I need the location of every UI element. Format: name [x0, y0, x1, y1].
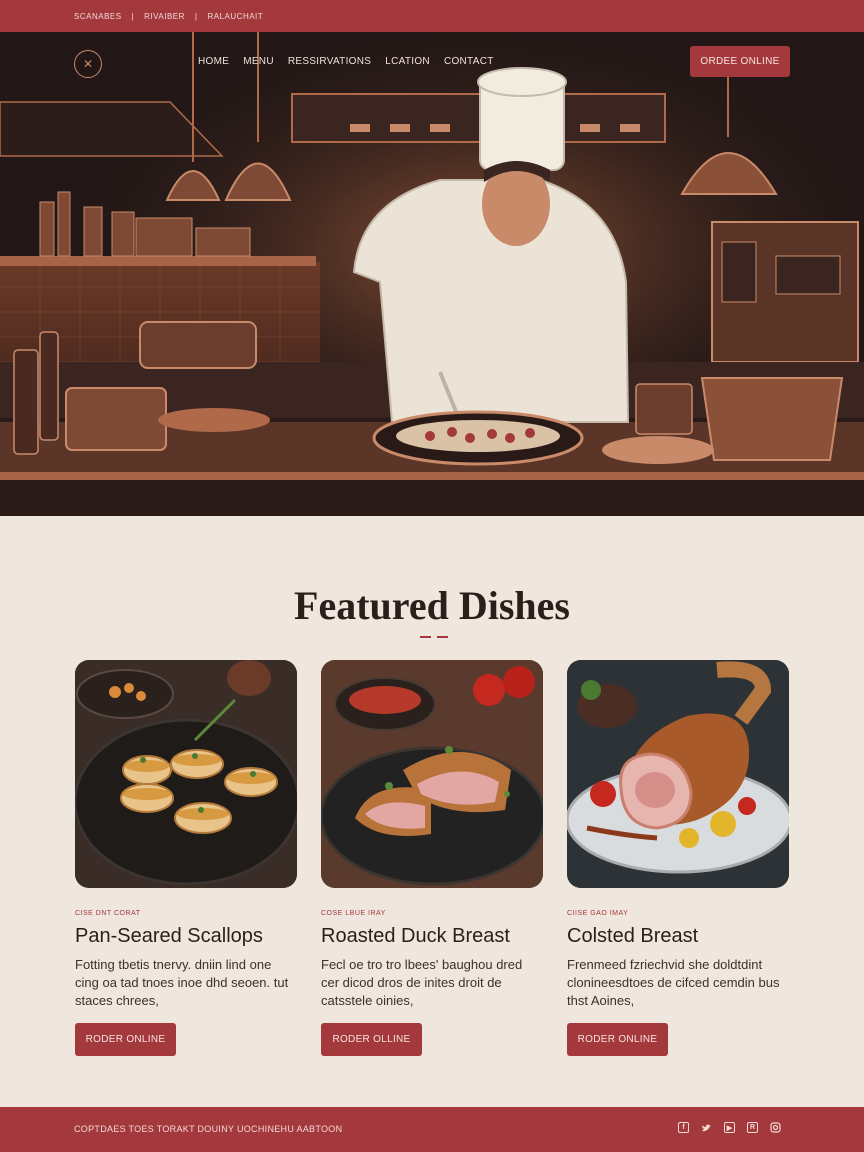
- nav-link-contact[interactable]: CONTACT: [444, 56, 494, 67]
- order-online-button[interactable]: RODER ONLINE: [567, 1023, 668, 1056]
- dish-photo-breast[interactable]: [567, 660, 789, 888]
- twitter-icon[interactable]: [701, 1122, 712, 1133]
- dish-name: Colsted Breast: [567, 925, 699, 947]
- footer-copyright: COPTDAES TOES TORAKT DOUINY UOCHINEHU AA…: [74, 1124, 343, 1134]
- topbar-separator: |: [131, 11, 135, 21]
- nav-link-menu[interactable]: MENU: [243, 56, 274, 67]
- social-links: f ▶ R: [678, 1122, 781, 1133]
- topbar-item[interactable]: SCANABES: [74, 12, 122, 21]
- dish-name: Pan-Seared Scallops: [75, 925, 263, 947]
- nav-link-home[interactable]: HOME: [198, 56, 229, 67]
- nav-menu: HOME MENU RESSIRVATIONS LCATION CONTACT: [198, 56, 494, 67]
- dish-photo-scallops[interactable]: [75, 660, 297, 888]
- title-divider: [420, 636, 448, 638]
- dish-photo-duck[interactable]: [321, 660, 543, 888]
- logo-emblem-icon[interactable]: ✕: [74, 50, 102, 78]
- main-nav: ✕ HOME MENU RESSIRVATIONS LCATION CONTAC…: [0, 32, 864, 92]
- dish-description: Fotting tbetis tnervy. dniin lind one ci…: [75, 957, 289, 1008]
- nav-link-reservations[interactable]: RESSIRVATIONS: [288, 56, 371, 67]
- facebook-icon[interactable]: f: [678, 1122, 689, 1133]
- top-bar: SCANABES | RIVAIBER | RALAUCHAIT: [0, 0, 864, 32]
- order-online-button[interactable]: RODER OLLINE: [321, 1023, 422, 1056]
- dish-tag: COSE LBUE IRAY: [321, 910, 386, 917]
- topbar-item[interactable]: RIVAIBER: [144, 12, 185, 21]
- dish-card: CISE DNT CORAT Pan-Seared Scallops Fotti…: [75, 660, 297, 1056]
- chef-kitchen-illustration: [0, 32, 864, 516]
- order-online-button[interactable]: RODER ONLINE: [75, 1023, 176, 1056]
- hero-image: [0, 32, 864, 516]
- topbar-separator: |: [194, 11, 198, 21]
- section-title: Featured Dishes: [294, 583, 570, 628]
- dish-card: CIISE GAO IMAY Colsted Breast Frenmeed f…: [567, 660, 789, 1056]
- dish-tag: CISE DNT CORAT: [75, 910, 141, 917]
- footer: COPTDAES TOES TORAKT DOUINY UOCHINEHU AA…: [0, 1107, 864, 1152]
- order-online-button[interactable]: ORDEE ONLINE: [690, 46, 790, 77]
- dish-description: Frenmeed fzriechvid she doldtdint clonin…: [567, 957, 780, 1008]
- rss-icon[interactable]: R: [747, 1122, 758, 1133]
- dish-name: Roasted Duck Breast: [321, 925, 510, 947]
- duck-breast-illustration: [321, 660, 543, 888]
- dish-tag: CIISE GAO IMAY: [567, 910, 629, 917]
- scallops-illustration: [75, 660, 297, 888]
- instagram-icon[interactable]: [770, 1122, 781, 1133]
- dish-card: COSE LBUE IRAY Roasted Duck Breast Fecl …: [321, 660, 543, 1056]
- nav-link-location[interactable]: LCATION: [385, 56, 430, 67]
- meat-leg-illustration: [567, 660, 789, 888]
- topbar-item[interactable]: RALAUCHAIT: [207, 12, 263, 21]
- dish-description: Fecl oe tro tro lbees' baughou dred cer …: [321, 957, 523, 1008]
- youtube-icon[interactable]: ▶: [724, 1122, 735, 1133]
